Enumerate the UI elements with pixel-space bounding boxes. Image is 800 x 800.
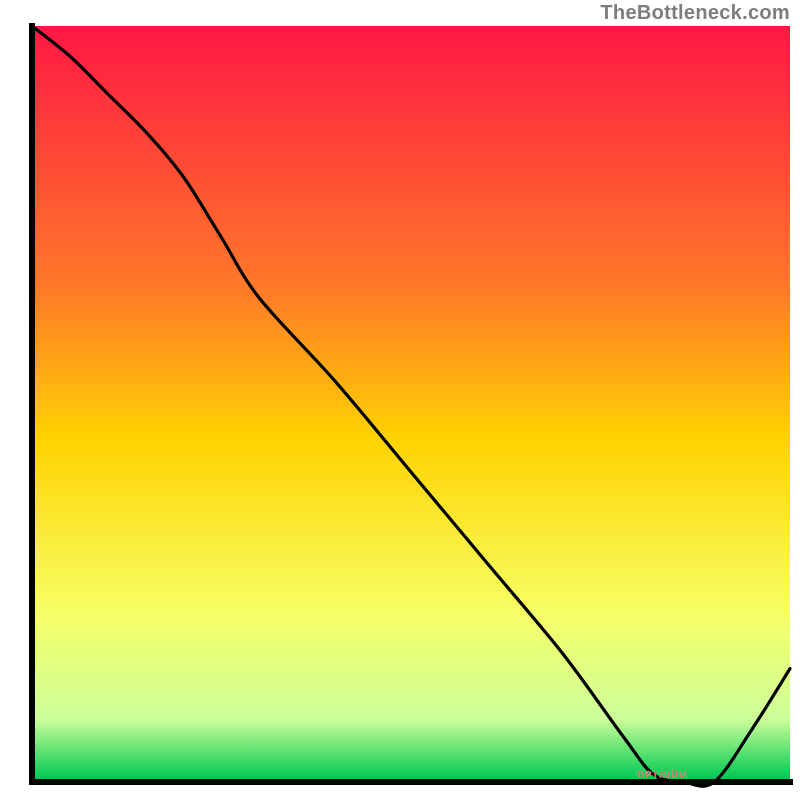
optimum-marker: OPTIMUM xyxy=(637,770,688,781)
chart-stage: { "watermark": "TheBottleneck.com", "mar… xyxy=(0,0,800,800)
plot-background xyxy=(35,26,790,779)
bottleneck-chart xyxy=(0,0,800,800)
